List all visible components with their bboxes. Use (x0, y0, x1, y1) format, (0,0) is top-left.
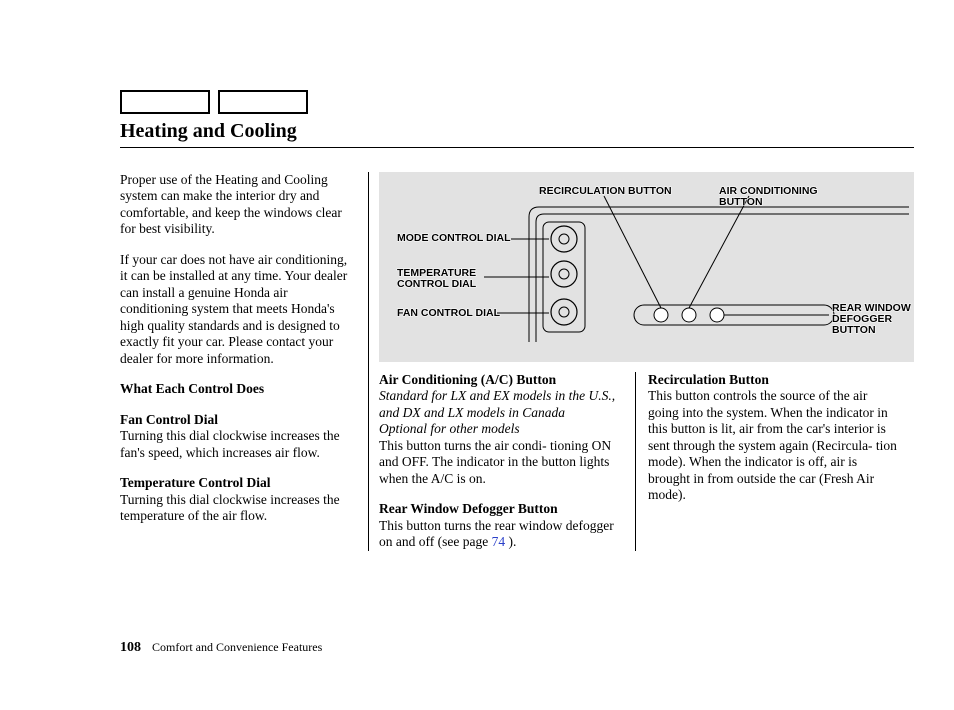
title-rule (120, 147, 914, 148)
control-diagram: RECIRCULATION BUTTON AIR CONDITIONING BU… (379, 172, 914, 362)
label-fan: FAN CONTROL DIAL (397, 308, 500, 319)
ac-note-2: Optional for other models (379, 421, 520, 436)
temp-heading: Temperature Control Dial (120, 475, 271, 490)
temp-body: Turning this dial clockwise increases th… (120, 492, 340, 523)
recirc-body: This button controls the source of the a… (648, 388, 897, 502)
label-recirc: RECIRCULATION BUTTON (539, 186, 672, 197)
intro-para-2: If your car does not have air conditioni… (120, 252, 358, 367)
ac-note-1: Standard for LX and EX models in the U.S… (379, 388, 615, 419)
column-3: Recirculation Button This button control… (636, 372, 900, 551)
tab-box-2 (218, 90, 308, 114)
label-temp: TEMPERATURE CONTROL DIAL (397, 268, 476, 290)
fan-body: Turning this dial clockwise increases th… (120, 428, 340, 459)
column-1: Proper use of the Heating and Cooling sy… (120, 172, 369, 551)
ac-heading: Air Conditioning (A/C) Button (379, 372, 556, 387)
column-2: Air Conditioning (A/C) Button Standard f… (379, 372, 636, 551)
recirc-heading: Recirculation Button (648, 372, 769, 387)
page-number: 108 (120, 640, 141, 655)
intro-para-1: Proper use of the Heating and Cooling sy… (120, 172, 358, 238)
section-name: Comfort and Convenience Features (152, 640, 322, 654)
header-tabs (120, 90, 914, 114)
tab-box-1 (120, 90, 210, 114)
page-link-74[interactable]: 74 (492, 534, 506, 549)
fan-heading: Fan Control Dial (120, 412, 218, 427)
page-title: Heating and Cooling (120, 118, 914, 147)
rwd-body-post: ). (505, 534, 516, 549)
label-mode: MODE CONTROL DIAL (397, 233, 511, 244)
page-footer: 108 Comfort and Convenience Features (120, 640, 322, 656)
label-ac: AIR CONDITIONING BUTTON (719, 186, 818, 208)
what-heading: What Each Control Does (120, 381, 358, 397)
ac-body: This button turns the air condi- tioning… (379, 438, 611, 486)
label-rear: REAR WINDOW DEFOGGER BUTTON (832, 303, 911, 336)
rwd-heading: Rear Window Defogger Button (379, 501, 558, 516)
